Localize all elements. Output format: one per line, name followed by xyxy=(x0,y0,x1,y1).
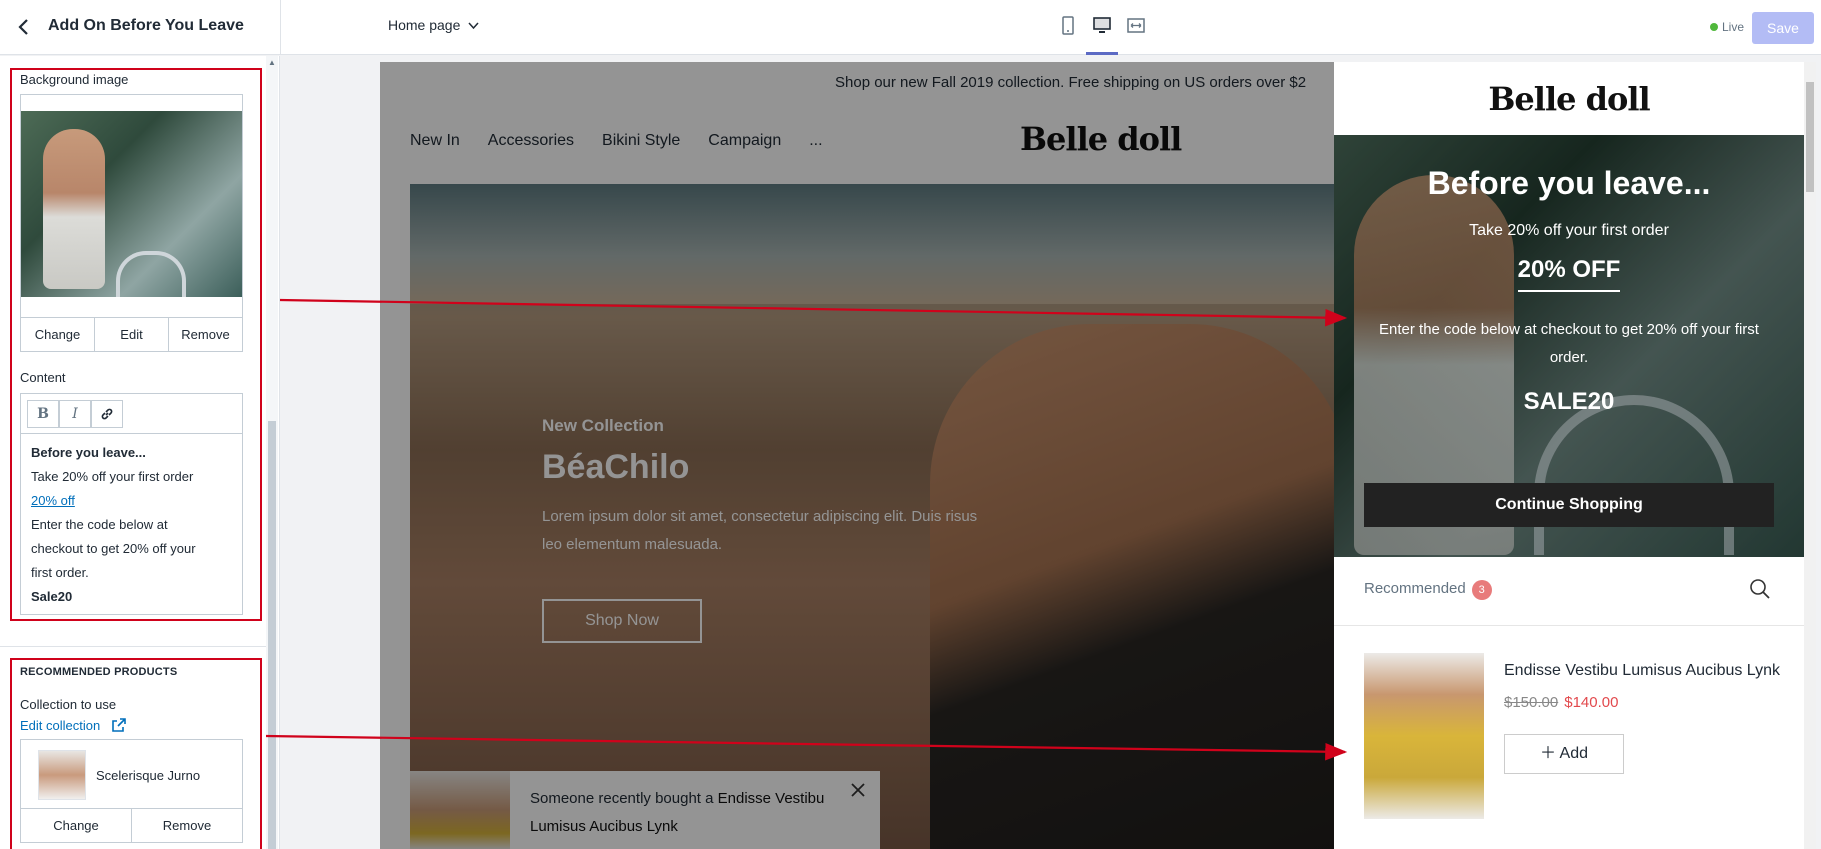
sale-price: $140.00 xyxy=(1564,694,1619,711)
content-link[interactable]: 20% off xyxy=(31,493,75,508)
edit-collection-link[interactable]: Edit collection xyxy=(20,718,126,735)
content-line: checkout to get 20% off your xyxy=(31,541,196,556)
recommended-product-price: $150.00 $140.00 xyxy=(1504,694,1618,711)
top-bar: Add On Before You Leave Home page Live S… xyxy=(0,0,1821,55)
editor-body[interactable]: Before you leave... Take 20% off your fi… xyxy=(21,434,242,616)
image-actions: Change Edit Remove xyxy=(21,317,242,351)
recommended-product-image[interactable] xyxy=(1364,653,1484,819)
settings-sidebar: ▲ Background image Change Edit Remove Co… xyxy=(0,56,280,849)
promo-code: SALE20 xyxy=(1523,388,1615,415)
product-name: Scelerisque Jurno xyxy=(96,768,201,783)
pool-rail xyxy=(116,251,186,297)
editor-toolbar: B I xyxy=(21,394,242,434)
external-link-icon xyxy=(112,718,126,735)
sidebar-divider xyxy=(280,0,281,55)
old-price: $150.00 xyxy=(1504,694,1559,711)
recommended-product-name[interactable]: Endisse Vestibu Lumisus Aucibus Lynk xyxy=(1504,662,1780,680)
search-icon[interactable] xyxy=(1749,578,1771,600)
background-image-thumbnail xyxy=(21,111,242,297)
preview-scroll-thumb[interactable] xyxy=(1806,82,1814,192)
recommended-divider xyxy=(1334,625,1804,626)
promo-paragraph: Enter the code below at checkout to get … xyxy=(1379,321,1759,366)
add-label: Add xyxy=(1559,745,1589,762)
content-heading: Before you leave... xyxy=(31,445,146,460)
page-selector[interactable]: Home page xyxy=(388,17,479,33)
live-label: Live xyxy=(1722,20,1745,34)
remove-image-button[interactable]: Remove xyxy=(169,318,242,351)
content-editor: B I Before you leave... Take 20% off you… xyxy=(20,393,243,615)
edit-image-button[interactable]: Edit xyxy=(95,318,169,351)
desktop-view-icon[interactable] xyxy=(1086,15,1118,55)
collection-label: Collection to use xyxy=(20,697,117,712)
background-image-label: Background image xyxy=(20,72,129,87)
modal-backdrop[interactable] xyxy=(380,62,1334,849)
change-image-button[interactable]: Change xyxy=(21,318,95,351)
recommended-count-badge: 3 xyxy=(1471,580,1492,600)
content-line: Enter the code below at xyxy=(31,517,168,532)
product-actions: Change Remove xyxy=(21,808,242,842)
model-figure xyxy=(43,129,105,289)
fullscreen-view-icon[interactable] xyxy=(1126,15,1146,37)
drawer-logo: Belle doll xyxy=(1488,80,1650,118)
add-to-cart-button[interactable]: ＋ Add xyxy=(1504,734,1624,774)
promo-offer: 20% OFF xyxy=(1517,256,1621,292)
change-collection-button[interactable]: Change xyxy=(21,809,132,842)
chevron-down-icon xyxy=(468,21,479,33)
content-line: Take 20% off your first order xyxy=(31,469,194,484)
section-divider xyxy=(0,646,266,647)
background-image-picker: Change Edit Remove xyxy=(20,94,243,352)
recent-purchase-toast: Someone recently bought a Endisse Vestib… xyxy=(410,771,880,849)
live-dot-icon xyxy=(1710,23,1718,31)
product-thumbnail xyxy=(38,750,86,800)
section-title: Add On Before You Leave xyxy=(48,17,244,34)
preview-scrollbar[interactable] xyxy=(1804,62,1816,849)
promo-text: Before you leave... Take 20% off your fi… xyxy=(1334,165,1804,416)
promo-subheading: Take 20% off your first order xyxy=(1469,222,1669,239)
link-icon[interactable] xyxy=(91,400,123,428)
toast-shade xyxy=(410,771,880,849)
content-label: Content xyxy=(20,370,66,385)
sidebar-scrollbar[interactable]: ▲ xyxy=(266,56,278,849)
promo-heading: Before you leave... xyxy=(1427,165,1711,201)
continue-shopping-button[interactable]: Continue Shopping xyxy=(1364,483,1774,527)
recommended-products-heading: RECOMMENDED PRODUCTS xyxy=(20,666,178,678)
content-code: Sale20 xyxy=(31,589,73,604)
page-selector-label: Home page xyxy=(388,17,461,33)
sidebar-scroll-thumb[interactable] xyxy=(268,421,276,849)
mobile-view-icon[interactable] xyxy=(1058,15,1078,37)
edit-collection-label: Edit collection xyxy=(20,718,101,733)
before-you-leave-drawer: Belle doll Before you leave... Take 20% … xyxy=(1334,62,1804,849)
scroll-up-icon[interactable]: ▲ xyxy=(268,58,276,67)
recommended-header: Recommended 3 xyxy=(1364,580,1492,600)
plus-icon: ＋ xyxy=(1539,745,1556,762)
save-button[interactable]: Save xyxy=(1752,12,1814,44)
live-status: Live xyxy=(1710,20,1744,34)
bold-button[interactable]: B xyxy=(27,400,59,428)
content-line: first order. xyxy=(31,565,89,580)
promo-panel: Before you leave... Take 20% off your fi… xyxy=(1334,135,1804,557)
recommended-label: Recommended xyxy=(1364,580,1466,597)
storefront-preview: Shop our new Fall 2019 collection. Free … xyxy=(380,62,1334,849)
back-arrow-icon[interactable] xyxy=(12,15,36,39)
remove-collection-button[interactable]: Remove xyxy=(132,809,242,842)
collection-product-card: Scelerisque Jurno Change Remove xyxy=(20,739,243,843)
italic-button[interactable]: I xyxy=(59,400,91,428)
device-switcher xyxy=(1058,15,1146,55)
